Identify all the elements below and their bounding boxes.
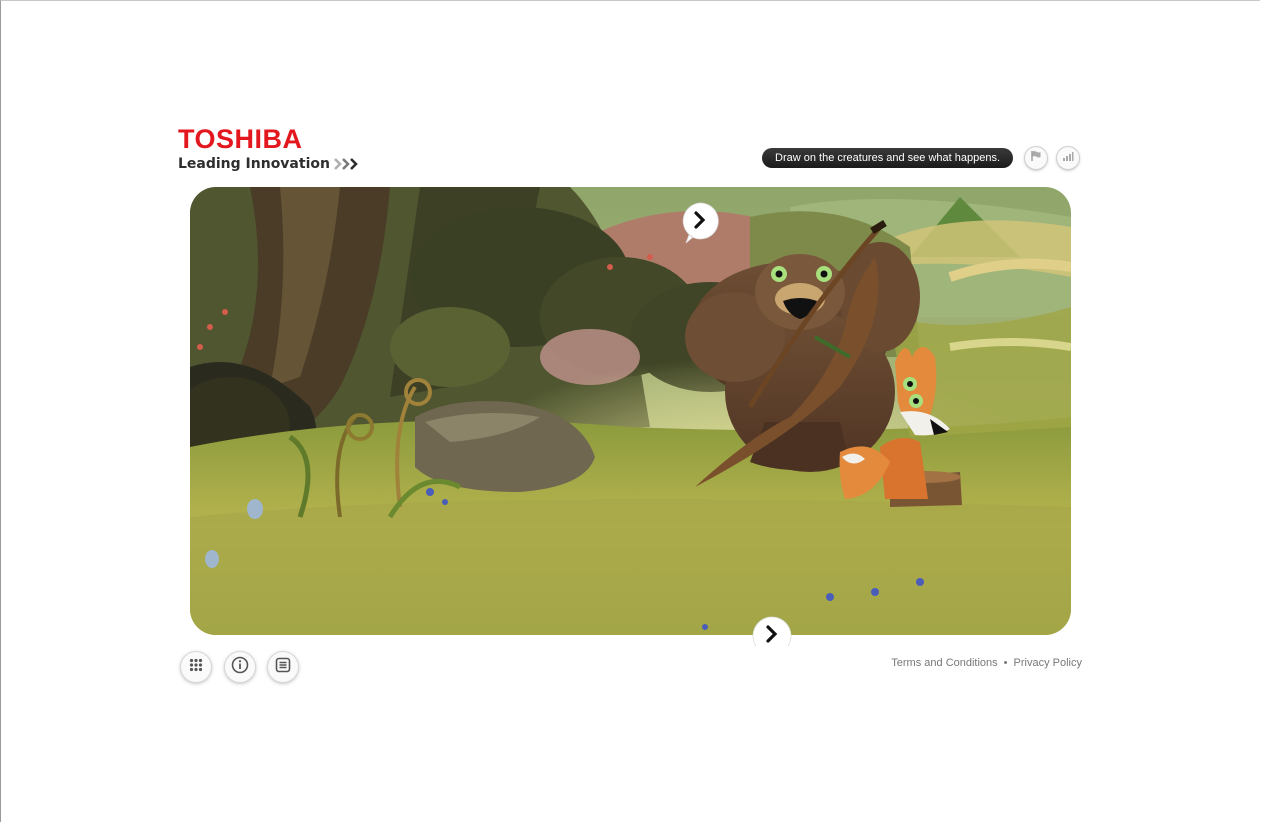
triple-chevron-icon	[334, 158, 361, 170]
notes-button[interactable]	[268, 652, 298, 682]
instruction-hint: Draw on the creatures and see what happe…	[762, 148, 1014, 168]
quality-button[interactable]	[1057, 147, 1079, 169]
privacy-link[interactable]: Privacy Policy	[1014, 657, 1082, 669]
menu-grid-button[interactable]	[181, 652, 211, 682]
brand-logo[interactable]: TOSHIBA Leading Innovation	[178, 125, 361, 172]
info-icon	[231, 656, 249, 679]
terms-link[interactable]: Terms and Conditions	[891, 657, 997, 669]
flag-button[interactable]	[1025, 147, 1047, 169]
signal-bars-icon	[1062, 149, 1074, 167]
info-button[interactable]	[225, 652, 255, 682]
next-scene-bubble[interactable]	[680, 201, 720, 244]
flag-icon	[1030, 149, 1042, 167]
tagline-text: Leading Innovation	[178, 156, 330, 172]
link-separator: •	[1003, 657, 1008, 669]
forest-scene-canvas[interactable]	[190, 187, 1071, 635]
footer-links: Terms and Conditions • Privacy Policy	[891, 657, 1082, 669]
next-scene-bubble-bottom[interactable]	[752, 616, 792, 646]
brand-name: TOSHIBA	[178, 124, 303, 154]
list-icon	[275, 657, 291, 678]
grid-icon	[189, 658, 203, 677]
brand-tagline: Leading Innovation	[178, 156, 361, 172]
